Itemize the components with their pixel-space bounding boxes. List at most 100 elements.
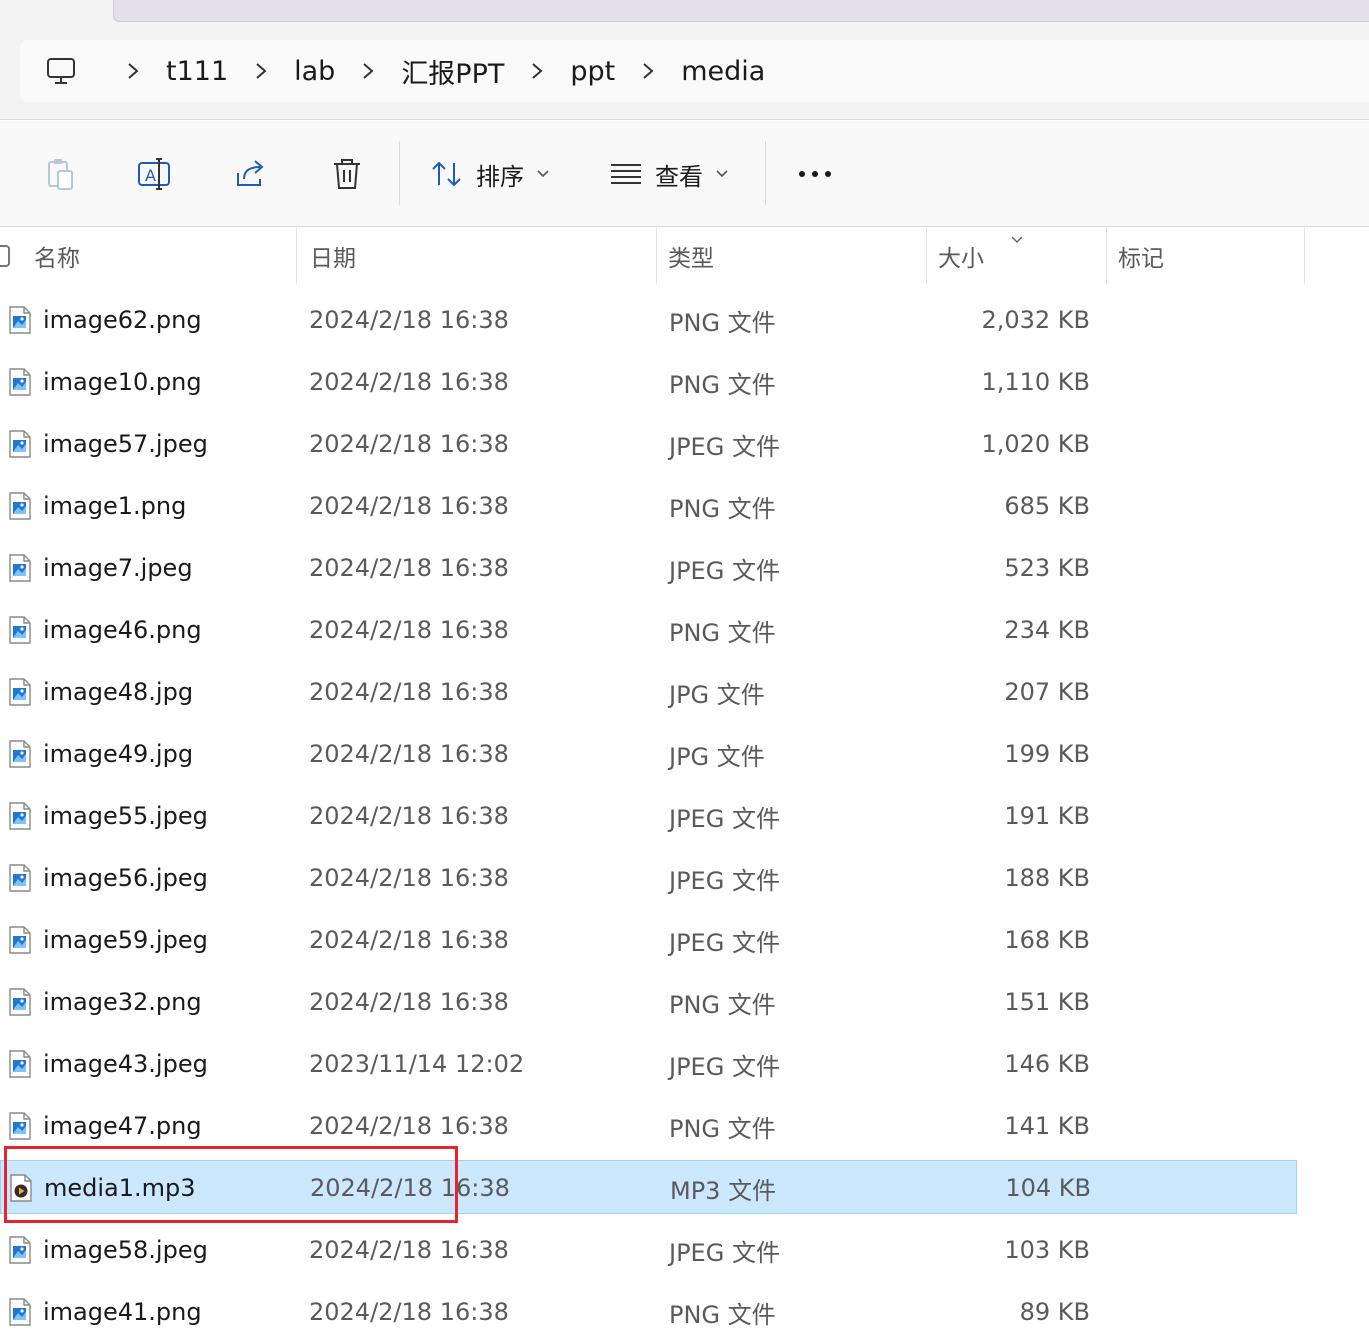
file-row[interactable]: image32.png 2024/2/18 16:38 PNG 文件 151 KB	[0, 975, 1297, 1029]
column-divider[interactable]	[296, 228, 297, 284]
column-divider[interactable]	[656, 228, 657, 284]
file-name[interactable]: image32.png	[43, 975, 202, 1029]
view-label: 查看	[655, 162, 703, 191]
file-size: 1,020 KB	[981, 430, 1090, 458]
file-name[interactable]: image7.jpeg	[43, 541, 193, 595]
file-name[interactable]: image47.png	[43, 1099, 202, 1153]
chevron-right-icon[interactable]	[118, 61, 148, 81]
file-name[interactable]: image56.jpeg	[43, 851, 208, 905]
more-options-icon[interactable]	[795, 144, 835, 204]
file-row[interactable]: image57.jpeg 2024/2/18 16:38 JPEG 文件 1,020 …	[0, 417, 1297, 471]
file-type: PNG 文件	[669, 1300, 776, 1329]
file-row[interactable]: image48.jpg 2024/2/18 16:38 JPG 文件 207 KB	[0, 665, 1297, 719]
column-name[interactable]: 名称	[34, 228, 80, 284]
image-file-icon	[8, 306, 32, 334]
file-type: JPEG 文件	[669, 804, 780, 833]
file-row[interactable]: image10.png 2024/2/18 16:38 PNG 文件 1,110 KB	[0, 355, 1297, 409]
file-row[interactable]: image7.jpeg 2024/2/18 16:38 JPEG 文件 523 KB	[0, 541, 1297, 595]
file-row[interactable]: image56.jpeg 2024/2/18 16:38 JPEG 文件 188 KB	[0, 851, 1297, 905]
file-name[interactable]: image10.png	[43, 355, 202, 409]
title-bar-area: t111 lab 汇报PPT ppt media	[0, 0, 1369, 120]
image-file-icon	[8, 1236, 32, 1264]
file-size: 103 KB	[1004, 1236, 1090, 1264]
file-date: 2024/2/18 16:38	[309, 802, 509, 830]
column-divider[interactable]	[926, 228, 927, 284]
breadcrumb-item[interactable]: 汇报PPT	[401, 52, 504, 91]
toolbar-divider	[399, 141, 400, 205]
sort-button[interactable]: 排序	[430, 144, 550, 204]
breadcrumb-item-current[interactable]: media	[681, 56, 765, 87]
file-type: PNG 文件	[669, 494, 776, 523]
file-name[interactable]: image55.jpeg	[43, 789, 208, 843]
file-date: 2024/2/18 16:38	[309, 554, 509, 582]
file-size: 234 KB	[1004, 616, 1090, 644]
chevron-right-icon[interactable]	[522, 61, 552, 81]
column-divider[interactable]	[1304, 228, 1305, 284]
file-size: 523 KB	[1004, 554, 1090, 582]
file-type: PNG 文件	[669, 990, 776, 1019]
breadcrumb-item[interactable]: lab	[294, 56, 335, 87]
share-icon[interactable]	[231, 144, 271, 204]
column-divider[interactable]	[1106, 228, 1107, 284]
chevron-right-icon[interactable]	[633, 61, 663, 81]
image-file-icon	[8, 1298, 32, 1326]
file-name[interactable]: image62.png	[43, 293, 202, 347]
file-row[interactable]: image55.jpeg 2024/2/18 16:38 JPEG 文件 191 KB	[0, 789, 1297, 843]
file-row[interactable]: image43.jpeg 2023/11/14 12:02 JPEG 文件 146 K…	[0, 1037, 1297, 1091]
chevron-right-icon[interactable]	[246, 61, 276, 81]
file-row[interactable]: image1.png 2024/2/18 16:38 PNG 文件 685 KB	[0, 479, 1297, 533]
file-row[interactable]: image46.png 2024/2/18 16:38 PNG 文件 234 KB	[0, 603, 1297, 657]
file-name[interactable]: media1.mp3	[44, 1161, 196, 1215]
computer-icon[interactable]	[46, 56, 76, 86]
file-name[interactable]: image59.jpeg	[43, 913, 208, 967]
file-date: 2024/2/18 16:38	[309, 306, 509, 334]
image-file-icon	[8, 678, 32, 706]
file-type: PNG 文件	[669, 370, 776, 399]
delete-icon[interactable]	[327, 144, 367, 204]
file-type: JPEG 文件	[669, 432, 780, 461]
file-name[interactable]: image1.png	[43, 479, 186, 533]
file-type: JPEG 文件	[669, 928, 780, 957]
paste-icon[interactable]	[40, 144, 80, 204]
select-all-checkbox[interactable]	[0, 245, 10, 267]
tab-strip[interactable]	[113, 0, 1369, 22]
breadcrumb-item[interactable]: ppt	[570, 56, 615, 87]
file-name[interactable]: image41.png	[43, 1285, 202, 1339]
file-date: 2024/2/18 16:38	[310, 1174, 510, 1202]
sort-label: 排序	[476, 162, 524, 191]
column-size[interactable]: 大小	[938, 228, 984, 284]
file-row[interactable]: image47.png 2024/2/18 16:38 PNG 文件 141 KB	[0, 1099, 1297, 1153]
file-name[interactable]: image43.jpeg	[43, 1037, 208, 1091]
file-type: JPEG 文件	[669, 1238, 780, 1267]
file-size: 104 KB	[1005, 1174, 1091, 1202]
file-type: PNG 文件	[669, 308, 776, 337]
image-file-icon	[8, 492, 32, 520]
address-bar[interactable]: t111 lab 汇报PPT ppt media	[20, 40, 1369, 102]
file-name[interactable]: image48.jpg	[43, 665, 193, 719]
chevron-right-icon[interactable]	[353, 61, 383, 81]
file-name[interactable]: image58.jpeg	[43, 1223, 208, 1277]
file-type: JPG 文件	[669, 742, 765, 771]
column-type[interactable]: 类型	[668, 228, 714, 284]
sort-icon	[432, 161, 461, 187]
file-type: JPEG 文件	[669, 556, 780, 585]
column-date[interactable]: 日期	[310, 228, 356, 284]
column-tags[interactable]: 标记	[1118, 228, 1164, 284]
rename-icon[interactable]: A	[135, 144, 175, 204]
file-row[interactable]: image58.jpeg 2024/2/18 16:38 JPEG 文件 103 KB	[0, 1223, 1297, 1277]
sort-descending-icon	[1010, 230, 1024, 249]
file-row[interactable]: image41.png 2024/2/18 16:38 PNG 文件 89 KB	[0, 1285, 1297, 1339]
file-name[interactable]: image57.jpeg	[43, 417, 208, 471]
toolbar-divider	[765, 141, 766, 205]
file-row[interactable]: image62.png 2024/2/18 16:38 PNG 文件 2,032 KB	[0, 293, 1297, 347]
image-file-icon	[8, 1050, 32, 1078]
file-row[interactable]: image49.jpg 2024/2/18 16:38 JPG 文件 199 KB	[0, 727, 1297, 781]
file-name[interactable]: image46.png	[43, 603, 202, 657]
file-size: 89 KB	[1019, 1298, 1090, 1326]
breadcrumb-item[interactable]: t111	[166, 56, 228, 87]
file-row[interactable]: media1.mp3 2024/2/18 16:38 MP3 文件 104 KB	[0, 1160, 1297, 1214]
file-date: 2024/2/18 16:38	[309, 492, 509, 520]
view-button[interactable]: 查看	[609, 144, 729, 204]
file-row[interactable]: image59.jpeg 2024/2/18 16:38 JPEG 文件 168 KB	[0, 913, 1297, 967]
file-name[interactable]: image49.jpg	[43, 727, 193, 781]
